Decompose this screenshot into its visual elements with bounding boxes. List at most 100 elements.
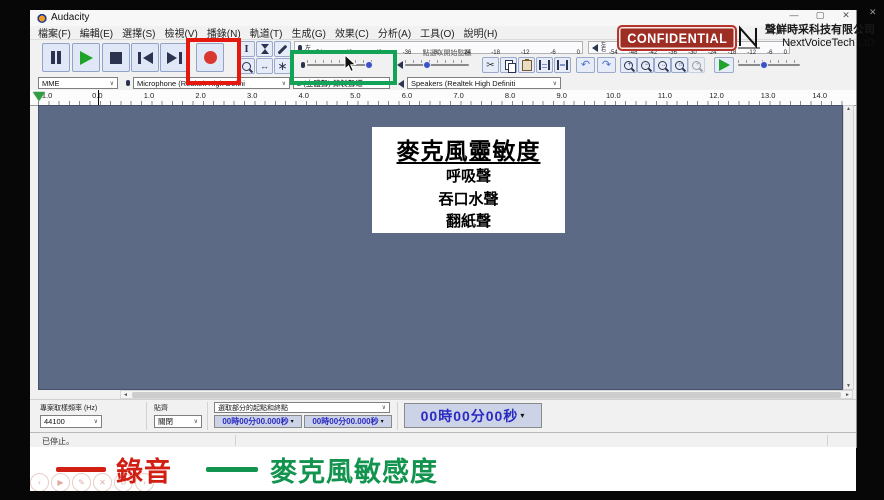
slider-ticks — [738, 60, 800, 63]
skip-to-end-button[interactable] — [160, 43, 188, 72]
snap-label: 貼齊 — [154, 403, 168, 413]
redo-button[interactable]: ↷ — [597, 57, 616, 73]
dropdown-arrow-icon: ∨ — [94, 418, 98, 425]
ruler-label: 3.0 — [226, 91, 278, 100]
minimize-button[interactable]: — — [786, 10, 802, 21]
zoom-out-icon: − — [641, 61, 650, 70]
overlay-close-icon[interactable]: ✕ — [869, 7, 877, 18]
nav-overlay-icon[interactable]: ▶ — [51, 473, 70, 491]
scroll-left-icon[interactable]: ◄ — [121, 392, 130, 398]
time-shift-tool-button[interactable]: ↔ — [256, 58, 273, 74]
timeline-ruler[interactable]: -1.00.01.02.03.04.05.06.07.08.09.010.011… — [30, 90, 856, 106]
silence-audio-button[interactable] — [554, 57, 571, 73]
play-pin-icon[interactable] — [33, 92, 45, 101]
nav-overlay-icon[interactable]: ✕ — [93, 473, 112, 491]
audio-host-select[interactable]: MME ∨ — [38, 77, 118, 89]
maximize-button[interactable]: ▢ — [812, 10, 828, 21]
status-bar: 已停止。 — [30, 432, 856, 448]
pause-icon — [51, 51, 55, 64]
ruler-label: 6.0 — [381, 91, 433, 100]
close-button[interactable]: ✕ — [838, 10, 854, 21]
play-speed-slider[interactable] — [738, 57, 802, 73]
menu-item[interactable]: 選擇(S) — [122, 25, 155, 40]
menu-item[interactable]: 編輯(E) — [80, 25, 113, 40]
play-at-speed-button[interactable] — [714, 57, 734, 73]
note-title: 麥克風靈敏度 — [372, 132, 565, 166]
status-text: 已停止。 — [42, 436, 74, 447]
zoom-out-button[interactable]: − — [637, 57, 654, 73]
undo-button[interactable]: ↶ — [576, 57, 595, 73]
separator — [827, 435, 828, 446]
note-box: 麥克風靈敏度 呼吸聲吞口水聲翻紙聲 — [372, 127, 565, 233]
menu-item[interactable]: 生成(G) — [291, 25, 325, 40]
hscroll-thumb[interactable] — [132, 392, 841, 398]
zoom-selection-icon: ↔ — [658, 61, 667, 70]
trim-audio-button[interactable] — [536, 57, 553, 73]
spinner-icon[interactable]: ▾ — [291, 418, 294, 425]
menu-item[interactable]: 分析(A) — [378, 25, 411, 40]
redo-icon: ↷ — [602, 58, 611, 72]
trim-audio-icon — [539, 60, 550, 70]
audio-position-field[interactable]: 00時00分00秒 ▾ — [404, 403, 542, 428]
legend-strip: ‹▶✎✕↺› 錄音 麥克風敏感度 — [30, 447, 856, 491]
scroll-right-icon[interactable]: ► — [843, 392, 852, 398]
skip-to-start-button[interactable] — [131, 43, 159, 72]
menu-item[interactable]: 效果(C) — [335, 25, 369, 40]
dropdown-arrow-icon: ∨ — [553, 80, 557, 87]
spinner-icon[interactable]: ▾ — [520, 411, 525, 420]
multi-tool-icon: ∗ — [277, 59, 287, 73]
snap-select[interactable]: 關閉 ∨ — [154, 415, 202, 428]
dropdown-arrow-icon: ∨ — [110, 80, 114, 87]
title-bar[interactable]: Audacity — [30, 10, 856, 26]
zoom-fit-button[interactable]: □ — [671, 57, 688, 73]
stop-button[interactable] — [102, 43, 130, 72]
envelope-tool-button[interactable] — [256, 41, 273, 57]
selection-start-field[interactable]: 00時00分00.000秒 ▾ — [214, 415, 302, 428]
playback-volume-thumb[interactable] — [423, 61, 431, 69]
spinner-icon[interactable]: ▾ — [381, 418, 384, 425]
draw-tool-button[interactable] — [274, 41, 291, 57]
zoom-toggle-button[interactable]: + — [688, 57, 705, 73]
horizontal-scrollbar[interactable]: ◄ ► — [120, 390, 853, 399]
note-line: 吞口水聲 — [372, 189, 565, 212]
ruler-label: 13.0 — [742, 91, 794, 100]
device-toolbar: MME ∨ Microphone (Realtek High Defini ∨ … — [30, 77, 856, 90]
zoom-in-button[interactable]: + — [620, 57, 637, 73]
nextvoice-logo-icon — [737, 24, 761, 50]
zoom-toggle-icon: + — [692, 61, 701, 70]
company-name-en: NextVoiceTech LtD — [765, 37, 875, 50]
menu-item[interactable]: 檔案(F) — [38, 25, 71, 40]
note-line: 呼吸聲 — [372, 166, 565, 189]
selection-end-field[interactable]: 00時00分00.000秒 ▾ — [304, 415, 392, 428]
audacity-logo-icon — [37, 13, 47, 23]
menu-item[interactable]: 軌道(T) — [250, 25, 283, 40]
stage: Audacity 檔案(F)編輯(E)選擇(S)檢視(V)播錄(N)軌道(T)生… — [30, 10, 856, 491]
scroll-up-icon[interactable]: ▲ — [844, 106, 853, 112]
edit-cursor-line — [98, 90, 99, 105]
play-button[interactable] — [72, 43, 100, 72]
zoom-selection-button[interactable]: ↔ — [654, 57, 671, 73]
playback-device-select[interactable]: Speakers (Realtek High Definiti ∨ — [407, 77, 561, 89]
rate-select[interactable]: 44100 ∨ — [40, 415, 102, 428]
scroll-down-icon[interactable]: ▼ — [844, 383, 853, 389]
paste-button[interactable] — [518, 57, 535, 73]
pause-button[interactable] — [42, 43, 70, 72]
menu-item[interactable]: 說明(H) — [464, 25, 498, 40]
nav-overlay-icon[interactable]: ‹ — [30, 473, 49, 491]
note-line: 翻紙聲 — [372, 211, 565, 234]
play-at-speed-icon — [719, 59, 730, 71]
record-highlight-box — [186, 38, 241, 85]
vertical-scrollbar[interactable]: ▲ ▼ — [843, 105, 854, 390]
nav-overlay-icon[interactable]: ✎ — [72, 473, 91, 491]
selection-tool-icon: I — [244, 43, 248, 55]
play-speed-thumb[interactable] — [760, 61, 768, 69]
legend-sensitivity-label: 麥克風敏感度 — [270, 450, 438, 489]
range-mode-select[interactable]: 選取部分的起點和終點 ∨ — [214, 402, 390, 413]
playback-volume-slider[interactable] — [394, 57, 480, 73]
cut-button[interactable]: ✂ — [482, 57, 499, 73]
ruler-label: 7.0 — [433, 91, 485, 100]
multi-tool-button[interactable]: ∗ — [274, 58, 291, 74]
menu-item[interactable]: 工具(O) — [420, 25, 454, 40]
ruler-label: 11.0 — [639, 91, 691, 100]
copy-button[interactable] — [500, 57, 517, 73]
